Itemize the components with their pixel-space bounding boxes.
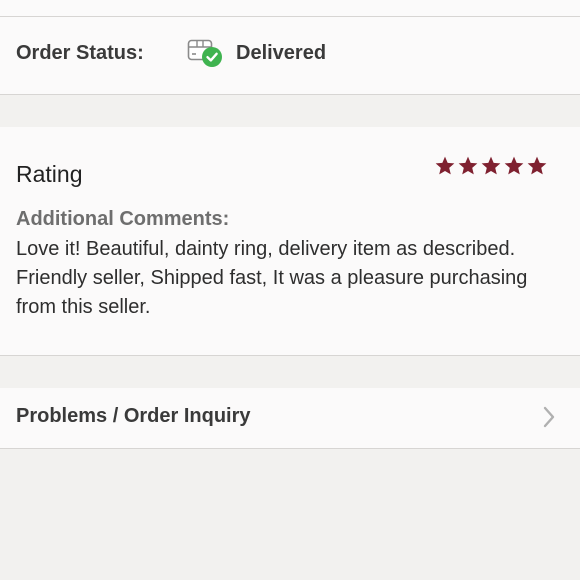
- star-icon: [458, 156, 478, 175]
- rating-section: Rating Additional Comments: Love it! Bea…: [0, 127, 580, 356]
- star-icon: [504, 156, 524, 175]
- order-status-value: Delivered: [236, 42, 327, 64]
- rating-title: Rating: [16, 161, 83, 187]
- star-icon: [527, 156, 547, 175]
- top-strip: [0, 0, 580, 17]
- problems-order-inquiry-row[interactable]: Problems / Order Inquiry: [0, 388, 580, 449]
- order-status-row: Order Status: Delivered: [0, 17, 580, 95]
- star-icon: [481, 156, 501, 175]
- delivered-box-check-icon: [187, 39, 222, 67]
- additional-comments-label: Additional Comments:: [16, 208, 230, 230]
- star-icon: [435, 156, 455, 175]
- star-rating: [434, 155, 548, 177]
- chevron-right-icon: [543, 406, 555, 428]
- order-status-label: Order Status:: [16, 42, 144, 64]
- problems-order-inquiry-label: Problems / Order Inquiry: [16, 405, 251, 427]
- additional-comments-text: Love it! Beautiful, dainty ring, deliver…: [16, 238, 528, 318]
